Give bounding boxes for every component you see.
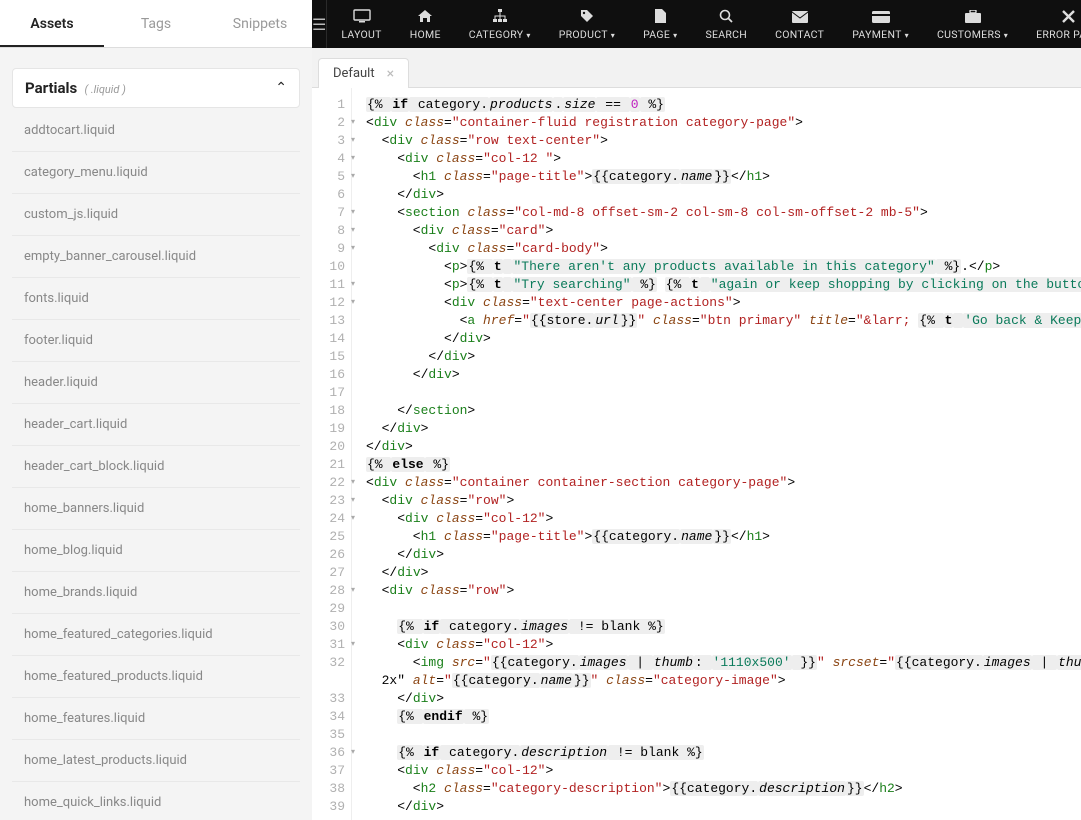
file-icon bbox=[654, 9, 666, 26]
caret-down-icon: ▾ bbox=[1004, 31, 1008, 40]
nav-category[interactable]: CATEGORY▾ bbox=[455, 0, 545, 48]
search-icon bbox=[719, 9, 733, 26]
editor-tab-label: Default bbox=[333, 66, 375, 81]
file-item[interactable]: home_banners.liquid bbox=[12, 488, 300, 530]
credit-card-icon bbox=[872, 10, 890, 26]
topnav: ☰ LAYOUT HOME CATEGORY▾ PRODUCT▾ PAGE▾ SEARCH… bbox=[312, 0, 1081, 48]
nav-label: HOME bbox=[410, 28, 441, 41]
briefcase-icon bbox=[965, 10, 981, 26]
nav-product[interactable]: PRODUCT▾ bbox=[545, 0, 629, 48]
file-item[interactable]: home_features.liquid bbox=[12, 698, 300, 740]
file-item[interactable]: home_featured_products.liquid bbox=[12, 656, 300, 698]
sidebar[interactable]: Partials ( .liquid ) ⌃ addtocart.liquidc… bbox=[0, 48, 312, 820]
nav-label: PAGE▾ bbox=[643, 28, 677, 41]
hamburger-icon[interactable]: ☰ bbox=[312, 0, 327, 48]
sidebar-tabs: Assets Tags Snippets bbox=[0, 0, 312, 48]
file-item[interactable]: header.liquid bbox=[12, 362, 300, 404]
file-item[interactable]: category_menu.liquid bbox=[12, 152, 300, 194]
tab-snippets[interactable]: Snippets bbox=[208, 0, 312, 47]
caret-down-icon: ▾ bbox=[526, 31, 530, 40]
tab-tags[interactable]: Tags bbox=[104, 0, 208, 47]
caret-down-icon: ▾ bbox=[611, 31, 615, 40]
nav-payment[interactable]: PAYMENT▾ bbox=[838, 0, 923, 48]
times-icon bbox=[1062, 10, 1075, 26]
nav-search[interactable]: SEARCH bbox=[691, 0, 761, 48]
envelope-icon bbox=[792, 10, 808, 26]
nav-label: LAYOUT bbox=[341, 28, 381, 41]
editor-tabs: Default × bbox=[312, 48, 1081, 88]
code-editor[interactable]: 1234567891011121314151617181920212223242… bbox=[312, 88, 1081, 820]
file-item[interactable]: header_cart.liquid bbox=[12, 404, 300, 446]
nav-customers[interactable]: CUSTOMERS▾ bbox=[923, 0, 1022, 48]
nav-home[interactable]: HOME bbox=[396, 0, 455, 48]
nav-page[interactable]: PAGE▾ bbox=[629, 0, 691, 48]
section-partials[interactable]: Partials ( .liquid ) ⌃ bbox=[12, 68, 300, 108]
desktop-icon bbox=[353, 9, 371, 26]
tag-icon bbox=[580, 9, 594, 26]
caret-down-icon: ▾ bbox=[673, 31, 677, 40]
file-item[interactable]: home_blog.liquid bbox=[12, 530, 300, 572]
file-item[interactable]: home_featured_categories.liquid bbox=[12, 614, 300, 656]
tab-assets[interactable]: Assets bbox=[0, 0, 104, 47]
file-item[interactable]: home_quick_links.liquid bbox=[12, 782, 300, 820]
file-list: addtocart.liquidcategory_menu.liquidcust… bbox=[12, 110, 300, 820]
nav-contact[interactable]: CONTACT bbox=[761, 0, 838, 48]
file-item[interactable]: addtocart.liquid bbox=[12, 110, 300, 152]
nav-label: ERROR PAGE bbox=[1036, 28, 1081, 41]
nav-layout[interactable]: LAYOUT bbox=[327, 0, 395, 48]
section-title: Partials bbox=[25, 79, 77, 97]
file-item[interactable]: custom_js.liquid bbox=[12, 194, 300, 236]
editor-tab-default[interactable]: Default × bbox=[318, 58, 409, 88]
home-icon bbox=[417, 9, 433, 26]
nav-label: CONTACT bbox=[775, 28, 824, 41]
nav-label: CUSTOMERS▾ bbox=[937, 28, 1008, 41]
nav-error-page[interactable]: ERROR PAGE bbox=[1022, 0, 1081, 48]
file-item[interactable]: empty_banner_carousel.liquid bbox=[12, 236, 300, 278]
file-item[interactable]: home_brands.liquid bbox=[12, 572, 300, 614]
close-icon[interactable]: × bbox=[387, 67, 394, 81]
nav-label: PRODUCT▾ bbox=[559, 28, 615, 41]
file-item[interactable]: footer.liquid bbox=[12, 320, 300, 362]
file-item[interactable]: header_cart_block.liquid bbox=[12, 446, 300, 488]
file-item[interactable]: home_latest_products.liquid bbox=[12, 740, 300, 782]
gutter: 1234567891011121314151617181920212223242… bbox=[312, 88, 352, 820]
nav-label: CATEGORY▾ bbox=[469, 28, 531, 41]
caret-down-icon: ▾ bbox=[905, 31, 909, 40]
sitemap-icon bbox=[492, 9, 508, 26]
code-area[interactable]: {% if category.products.size == 0 %}<div… bbox=[352, 88, 1081, 820]
nav-label: PAYMENT▾ bbox=[852, 28, 909, 41]
chevron-up-icon: ⌃ bbox=[275, 80, 287, 96]
section-subtitle: ( .liquid ) bbox=[84, 83, 125, 96]
file-item[interactable]: fonts.liquid bbox=[12, 278, 300, 320]
nav-label: SEARCH bbox=[705, 28, 747, 41]
